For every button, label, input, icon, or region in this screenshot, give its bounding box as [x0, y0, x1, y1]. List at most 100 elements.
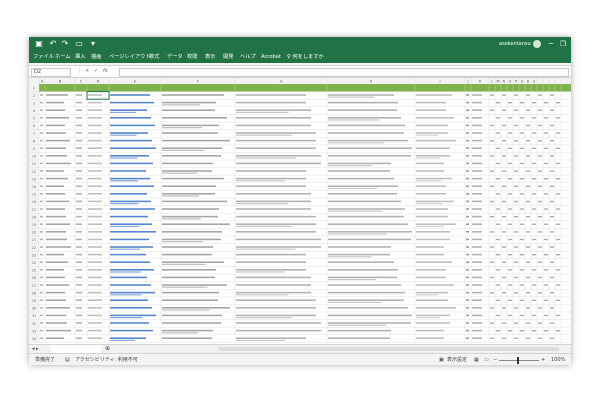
cell-text[interactable]: [40, 246, 43, 248]
cell-value[interactable]: [532, 117, 536, 119]
cell-text[interactable]: [466, 124, 469, 127]
cell-text[interactable]: [328, 185, 398, 187]
cell-text[interactable]: [162, 261, 224, 263]
cell-value[interactable]: [490, 322, 494, 324]
cell-text[interactable]: [416, 337, 444, 339]
cell-value[interactable]: [496, 223, 500, 225]
cell-text[interactable]: [416, 223, 456, 225]
cell-text[interactable]: [466, 215, 469, 218]
cell-text[interactable]: [162, 269, 216, 271]
cell-text[interactable]: [466, 276, 469, 279]
cell-value[interactable]: [556, 178, 560, 180]
cell-value[interactable]: [544, 208, 548, 210]
cell-text[interactable]: [40, 132, 43, 134]
cell-text[interactable]: [76, 314, 82, 317]
cell-value[interactable]: [538, 185, 542, 187]
cell-grid[interactable]: A B C D E F G H I J K L M N O P Q R S123456789101112131415…: [29, 78, 571, 344]
cell-text[interactable]: [162, 276, 215, 279]
cell-text[interactable]: [46, 223, 70, 225]
cell-text[interactable]: [162, 193, 215, 195]
cell-value[interactable]: [544, 254, 548, 256]
cell-text[interactable]: [236, 269, 306, 271]
cell-text[interactable]: [236, 322, 321, 324]
display-settings[interactable]: 表示設定: [447, 355, 467, 365]
cell-value[interactable]: [550, 337, 554, 339]
cell-text[interactable]: [236, 291, 311, 294]
cell-text[interactable]: [110, 215, 148, 218]
cell-text[interactable]: [236, 157, 296, 159]
cell-text[interactable]: [416, 147, 450, 149]
cell-text[interactable]: [110, 294, 142, 296]
cell-value[interactable]: [520, 254, 524, 256]
cell-value[interactable]: [526, 292, 530, 294]
macro-record-icon[interactable]: ▤: [65, 355, 70, 365]
formula-input[interactable]: [119, 68, 569, 77]
cell-value[interactable]: [520, 162, 524, 165]
cell-text[interactable]: [416, 180, 442, 182]
cell-text[interactable]: [236, 208, 311, 210]
cell-text[interactable]: [416, 203, 443, 205]
cell-text[interactable]: [236, 253, 306, 256]
cell-value[interactable]: [502, 140, 506, 142]
minimize-button[interactable]: ─: [545, 37, 557, 51]
cell-text[interactable]: [162, 177, 224, 180]
cell-text[interactable]: [236, 314, 316, 317]
cell-text[interactable]: [40, 215, 43, 218]
cell-value[interactable]: [490, 307, 494, 309]
cell-text[interactable]: [88, 261, 102, 263]
cell-text[interactable]: [416, 132, 448, 134]
cell-text[interactable]: [236, 317, 292, 319]
cell-value[interactable]: [526, 276, 530, 279]
cell-text[interactable]: [328, 238, 411, 241]
cell-value[interactable]: [508, 254, 512, 256]
close-button[interactable]: ✕: [569, 37, 571, 51]
cell-value[interactable]: [550, 155, 554, 157]
cell-value[interactable]: [544, 284, 548, 286]
cell-text[interactable]: [88, 215, 102, 218]
cell-text[interactable]: [88, 101, 102, 104]
cell-text[interactable]: [162, 195, 200, 197]
cell-text[interactable]: [236, 124, 311, 127]
cell-value[interactable]: [556, 147, 560, 149]
cell-text[interactable]: [236, 276, 311, 279]
cell-value[interactable]: [526, 185, 530, 187]
cell-text[interactable]: [76, 322, 82, 324]
fx-icon[interactable]: fx: [103, 68, 108, 75]
cell-text[interactable]: [466, 185, 469, 187]
cell-text[interactable]: [110, 329, 153, 332]
cell-text[interactable]: [76, 155, 82, 157]
cell-value[interactable]: [556, 314, 560, 317]
zoom-level[interactable]: 100%: [551, 355, 565, 365]
cell-value[interactable]: [556, 269, 560, 271]
cell-text[interactable]: [328, 233, 387, 235]
cell-text[interactable]: [236, 261, 306, 263]
cell-value[interactable]: [508, 178, 512, 180]
cell-text[interactable]: [328, 117, 401, 119]
cell-value[interactable]: [496, 102, 500, 104]
cell-text[interactable]: [236, 337, 306, 339]
cell-text[interactable]: [236, 193, 311, 195]
cell-text[interactable]: [76, 132, 82, 134]
cell-text[interactable]: [110, 139, 152, 142]
cell-value[interactable]: [538, 246, 542, 248]
cell-value[interactable]: [526, 261, 530, 263]
cell-text[interactable]: [110, 162, 153, 165]
cell-text[interactable]: [472, 223, 482, 225]
cell-value[interactable]: [532, 162, 536, 165]
cell-text[interactable]: [466, 200, 469, 203]
cell-text[interactable]: [472, 124, 482, 127]
cell-text[interactable]: [466, 329, 469, 332]
cell-text[interactable]: [236, 94, 306, 96]
cell-value[interactable]: [544, 147, 548, 149]
cell-text[interactable]: [328, 142, 384, 144]
cell-text[interactable]: [40, 223, 43, 225]
cell-text[interactable]: [46, 117, 69, 119]
cell-text[interactable]: [472, 231, 482, 233]
cell-text[interactable]: [416, 200, 454, 203]
cell-value[interactable]: [502, 261, 506, 263]
cell-value[interactable]: [538, 337, 542, 339]
cell-text[interactable]: [328, 193, 397, 195]
cell-value[interactable]: [532, 269, 536, 271]
cell-text[interactable]: [472, 200, 482, 203]
cell-value[interactable]: [496, 162, 500, 165]
